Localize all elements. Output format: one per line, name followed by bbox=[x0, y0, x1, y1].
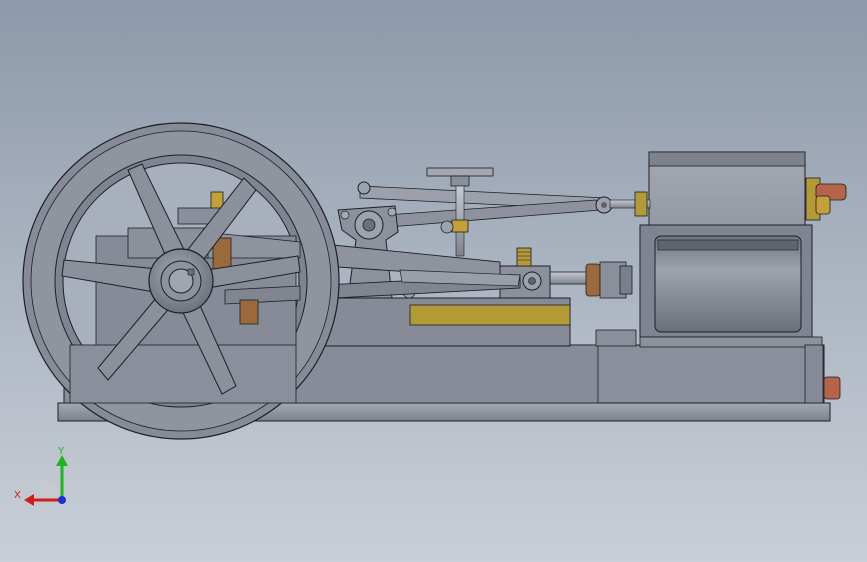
x-axis-arrowhead bbox=[24, 494, 34, 506]
steam-engine-model[interactable]: Y X bbox=[0, 0, 867, 562]
crosshead bbox=[499, 247, 551, 299]
valve-rod bbox=[357, 181, 651, 229]
coordinate-triad: Y X bbox=[14, 446, 68, 506]
y-axis-label: Y bbox=[57, 446, 65, 457]
triad-plane-shading bbox=[40, 478, 62, 500]
cad-viewport[interactable]: Y X bbox=[0, 0, 867, 562]
z-axis-dot bbox=[58, 496, 66, 504]
flywheel bbox=[22, 122, 340, 440]
x-axis-label: X bbox=[14, 490, 21, 501]
